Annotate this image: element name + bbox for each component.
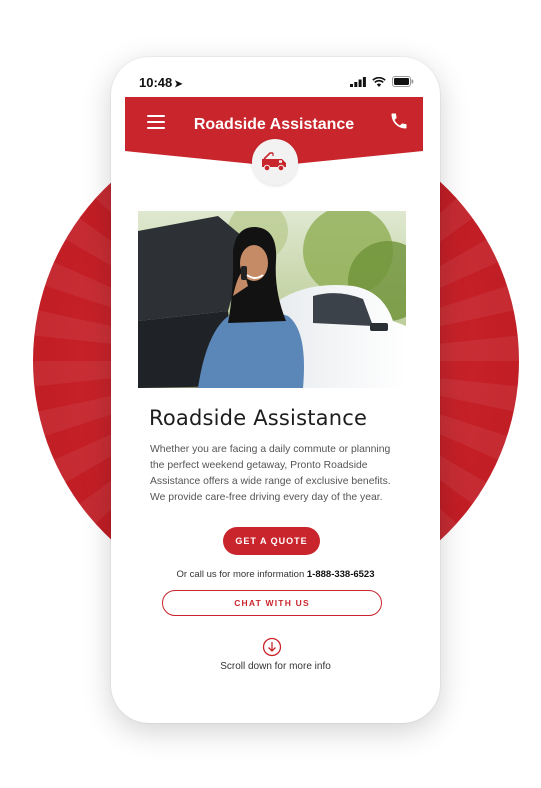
phone-number-link[interactable]: 1-888-338-6523 bbox=[307, 569, 375, 580]
hero-image bbox=[138, 211, 406, 388]
scroll-down-icon[interactable] bbox=[262, 637, 282, 657]
phone-frame: 10:48 ➤ Roadside Assistance Roadside Ass… bbox=[111, 57, 440, 723]
main-heading: Roadside Assistance bbox=[149, 406, 368, 430]
battery-icon bbox=[392, 76, 414, 87]
wifi-icon bbox=[372, 76, 386, 87]
call-info: Or call us for more information 1-888-33… bbox=[111, 569, 440, 580]
get-a-quote-button[interactable]: GET A QUOTE bbox=[223, 527, 320, 555]
tow-truck-badge bbox=[252, 139, 298, 185]
signal-icon bbox=[350, 76, 366, 87]
chat-with-us-button[interactable]: CHAT WITH US bbox=[162, 590, 382, 616]
phone-icon[interactable] bbox=[389, 111, 409, 131]
call-info-text: Or call us for more information bbox=[176, 569, 305, 580]
scroll-hint-text: Scroll down for more info bbox=[220, 661, 331, 672]
location-arrow-icon: ➤ bbox=[174, 79, 183, 90]
tow-truck-icon bbox=[262, 152, 286, 172]
status-bar: 10:48 ➤ bbox=[111, 57, 440, 99]
description-text: Whether you are facing a daily commute o… bbox=[150, 444, 391, 503]
status-time: 10:48 ➤ bbox=[139, 75, 183, 90]
page-title: Roadside Assistance bbox=[193, 116, 355, 133]
